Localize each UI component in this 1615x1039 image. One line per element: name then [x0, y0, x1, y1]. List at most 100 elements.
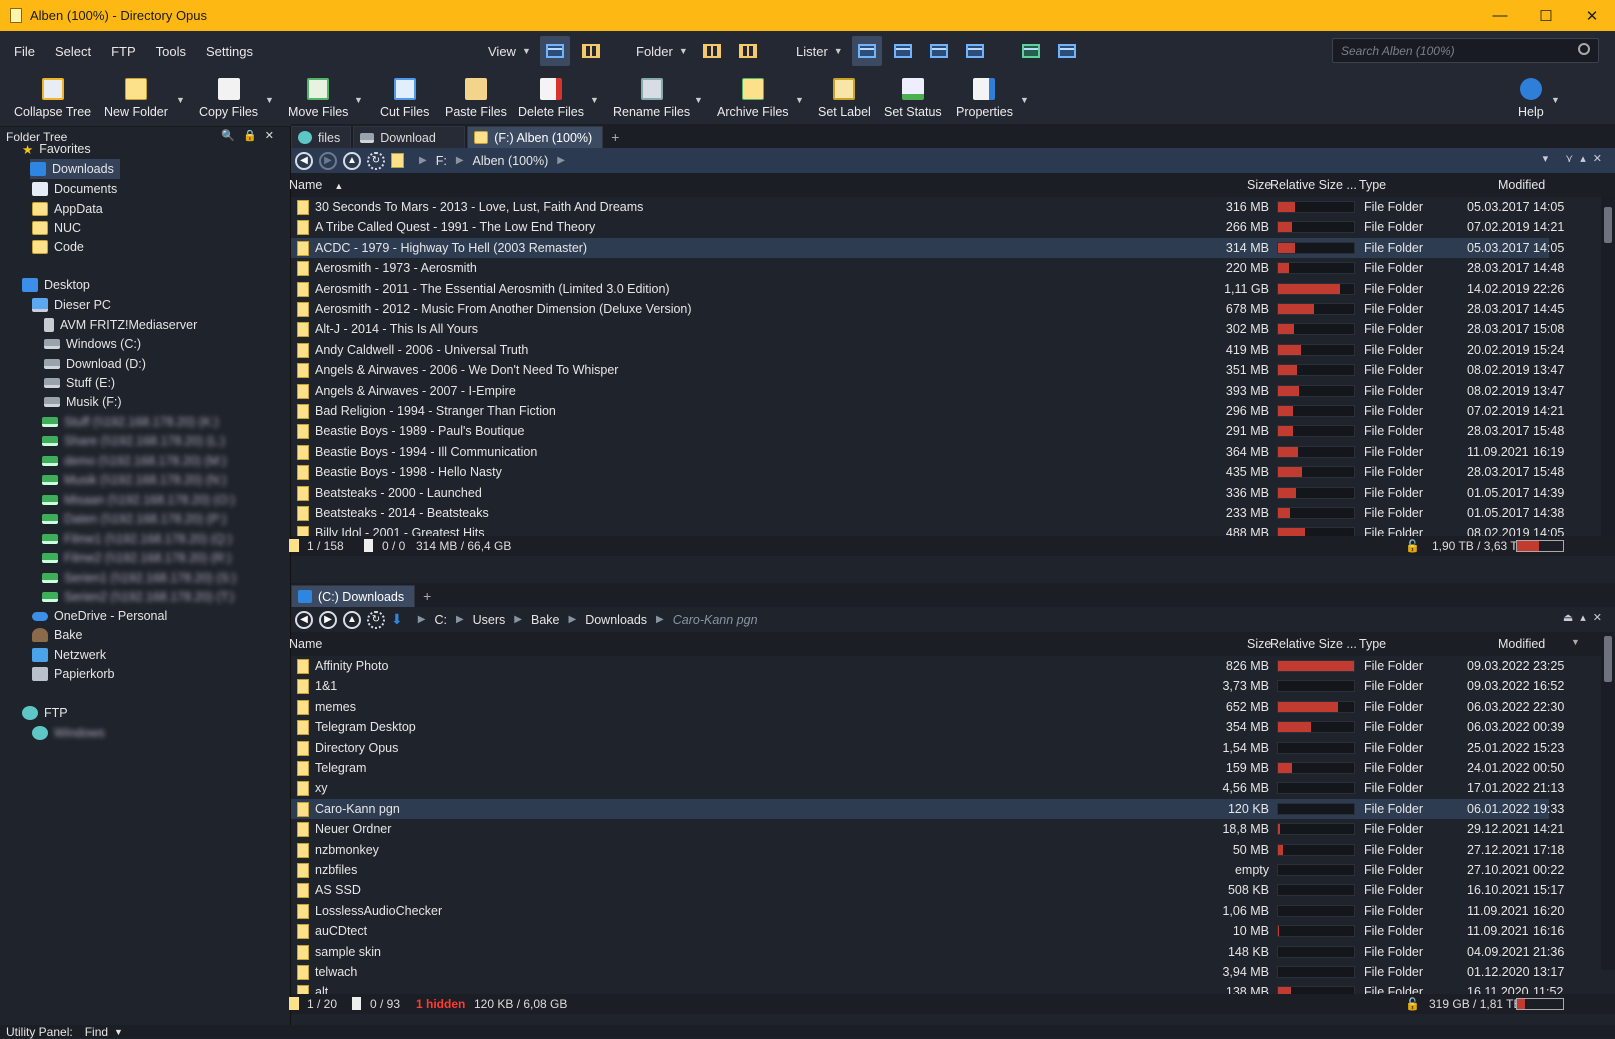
- tree-drive-f[interactable]: Musik (F:): [44, 392, 122, 412]
- move-files-caret-icon[interactable]: ▼: [354, 95, 363, 105]
- crumb-downloads[interactable]: Downloads: [585, 613, 647, 627]
- tree-fav-nuc[interactable]: NUC: [32, 218, 81, 238]
- file-row[interactable]: Beatsteaks - 2000 - Launched 336 MB File F…: [291, 483, 1564, 503]
- dual-vertical-icon[interactable]: [888, 36, 918, 66]
- tree-fav-documents[interactable]: Documents: [32, 179, 117, 199]
- tab-downloads[interactable]: (C:) Downloads: [291, 585, 416, 607]
- tree-net-drive[interactable]: Filme2 (\\192.168.178.20) (R:): [42, 548, 231, 568]
- new-tab-button[interactable]: +: [417, 585, 437, 607]
- parent-button[interactable]: ▲: [343, 610, 361, 629]
- folder-caret-icon[interactable]: ▼: [679, 46, 688, 56]
- col-type[interactable]: Type: [1359, 178, 1386, 192]
- back-button[interactable]: ◀: [295, 610, 313, 629]
- file-row[interactable]: Bad Religion - 1994 - Stranger Than Fict…: [291, 401, 1564, 421]
- file-row[interactable]: Billy Idol - 2001 - Greatest Hits 488 MB F…: [291, 523, 1564, 536]
- delete-files-caret-icon[interactable]: ▼: [590, 95, 599, 105]
- set-label-button[interactable]: Set Label: [818, 71, 871, 127]
- tab-download[interactable]: Download: [353, 126, 466, 148]
- col-size[interactable]: Size: [1247, 637, 1271, 651]
- refresh-button[interactable]: ↻: [367, 151, 385, 170]
- file-row[interactable]: Beastie Boys - 1989 - Paul's Boutique 291…: [291, 421, 1564, 441]
- menu-select[interactable]: Select: [45, 44, 101, 59]
- file-row[interactable]: Angels & Airwaves - 2006 - We Don't Need…: [291, 360, 1564, 380]
- crumb-drive[interactable]: F:: [436, 154, 447, 168]
- tree-ftp[interactable]: FTP: [22, 703, 68, 723]
- file-row[interactable]: nzbmonkey 50 MB File Folder 27.12.2021 17:18: [291, 840, 1564, 860]
- forward-button[interactable]: ▶: [319, 151, 337, 170]
- new-folder-caret-icon[interactable]: ▼: [176, 95, 185, 105]
- bottom-scrollbar[interactable]: [1601, 632, 1615, 970]
- set-status-button[interactable]: Set Status: [884, 71, 942, 127]
- file-row[interactable]: sample skin 148 KB File Folder 04.09.2021 21…: [291, 942, 1564, 962]
- back-button[interactable]: ◀: [295, 151, 313, 170]
- file-row[interactable]: Alt-J - 2014 - This Is All Yours 302 MB Fi…: [291, 319, 1564, 339]
- file-row[interactable]: Affinity Photo 826 MB File Folder 09.03.202…: [291, 656, 1564, 676]
- file-row[interactable]: Telegram 159 MB File Folder 24.01.2022 00:50: [291, 758, 1564, 778]
- help-button[interactable]: Help: [1518, 71, 1544, 127]
- tree-net-drive[interactable]: Misaan (\\192.168.178.20) (O:): [42, 490, 235, 510]
- file-row[interactable]: Neuer Ordner 18,8 MB File Folder 29.12.2021…: [291, 819, 1564, 839]
- file-row[interactable]: Beastie Boys - 1998 - Hello Nasty 435 MB F…: [291, 462, 1564, 482]
- file-row[interactable]: Beastie Boys - 1994 - Ill Communication 3…: [291, 442, 1564, 462]
- col-name[interactable]: Name ▲: [289, 178, 343, 192]
- tree-desktop[interactable]: Desktop: [22, 275, 90, 295]
- menu-tools[interactable]: Tools: [146, 44, 196, 59]
- file-row[interactable]: Telegram Desktop 354 MB File Folder 06.03.2…: [291, 717, 1564, 737]
- tree-net-drive[interactable]: Serien1 (\\192.168.178.20) (S:): [42, 568, 236, 588]
- tree-drive-c[interactable]: Windows (C:): [44, 334, 141, 354]
- move-files-button[interactable]: Move Files: [288, 71, 348, 127]
- tree-drive-d[interactable]: Download (D:): [44, 354, 146, 374]
- file-row[interactable]: memes 652 MB File Folder 06.03.2022 22:30: [291, 697, 1564, 717]
- thumbnails-view-icon[interactable]: [576, 36, 606, 66]
- file-row[interactable]: AS SSD 508 KB File Folder 16.10.2021 15:17: [291, 880, 1564, 900]
- utility-caret-icon[interactable]: ▼: [114, 1027, 123, 1037]
- tree-fav-downloads[interactable]: Downloads: [30, 159, 120, 179]
- folder-compare-icon[interactable]: [733, 36, 763, 66]
- tree-drive-e[interactable]: Stuff (E:): [44, 373, 115, 393]
- tree-net-drive[interactable]: Daten (\\192.168.178.20) (P:): [42, 509, 227, 529]
- status-hidden[interactable]: 1 hidden: [416, 997, 465, 1011]
- file-row[interactable]: A Tribe Called Quest - 1991 - The Low En…: [291, 217, 1564, 237]
- tree-net-drive[interactable]: Musik (\\192.168.178.20) (N:): [42, 470, 227, 490]
- menu-ftp[interactable]: FTP: [101, 44, 146, 59]
- crumb-users[interactable]: Users: [473, 613, 506, 627]
- folder-menu[interactable]: Folder: [630, 44, 679, 59]
- new-folder-button[interactable]: New Folder: [104, 71, 168, 127]
- lister-menu[interactable]: Lister: [790, 44, 834, 59]
- col-size[interactable]: Size: [1247, 178, 1271, 192]
- minimize-button[interactable]: —: [1477, 0, 1523, 31]
- path-controls-icons[interactable]: ⏏▴✕: [1563, 611, 1609, 624]
- file-row[interactable]: Caro-Kann pgn 120 KB File Folder 06.01.2022…: [291, 798, 1564, 819]
- col-relsize[interactable]: Relative Size ...: [1270, 637, 1357, 651]
- search-field[interactable]: Search Alben (100%): [1332, 38, 1599, 63]
- view-caret-icon[interactable]: ▼: [522, 46, 531, 56]
- lister-settings-icon[interactable]: [1052, 36, 1082, 66]
- col-modified[interactable]: Modified: [1498, 637, 1545, 651]
- refresh-lister-icon[interactable]: [1016, 36, 1046, 66]
- help-caret-icon[interactable]: ▼: [1551, 95, 1560, 105]
- parent-button[interactable]: ▲: [343, 151, 361, 170]
- col-modified[interactable]: Modified: [1498, 178, 1545, 192]
- tree-favorites[interactable]: ★ Favorites: [22, 139, 91, 159]
- bottom-scroll-thumb[interactable]: [1604, 636, 1612, 682]
- col-type[interactable]: Type: [1359, 637, 1386, 651]
- dual-horizontal-icon[interactable]: [851, 36, 882, 66]
- metadata-pane-icon[interactable]: [960, 36, 990, 66]
- file-row[interactable]: LosslessAudioChecker 1,06 MB File Folder 11…: [291, 901, 1564, 921]
- col-relsize[interactable]: Relative Size ...: [1270, 178, 1357, 192]
- file-row[interactable]: Aerosmith - 1973 - Aerosmith 220 MB File F…: [291, 258, 1564, 278]
- file-row[interactable]: 30 Seconds To Mars - 2013 - Love, Lust, …: [291, 197, 1564, 217]
- tree-fav-code[interactable]: Code: [32, 237, 84, 257]
- properties-button[interactable]: Properties: [956, 71, 1013, 127]
- tree-header-buttons[interactable]: 🔍🔒✕: [221, 129, 282, 142]
- copy-files-button[interactable]: Copy Files: [199, 71, 258, 127]
- cut-files-button[interactable]: Cut Files: [380, 71, 429, 127]
- top-scrollbar[interactable]: [1601, 197, 1615, 536]
- sort-desc-icon[interactable]: ▼: [1571, 637, 1580, 647]
- file-row[interactable]: auCDtect 10 MB File Folder 11.09.2021 16:16: [291, 921, 1564, 941]
- tree-net-drive[interactable]: demo (\\192.168.178.20) (M:): [42, 451, 227, 471]
- file-row[interactable]: 1&1 3,73 MB File Folder 09.03.2022 16:52: [291, 676, 1564, 696]
- collapse-tree-button[interactable]: Collapse Tree: [14, 71, 91, 127]
- menu-settings[interactable]: Settings: [196, 44, 263, 59]
- tree-this-pc[interactable]: Dieser PC: [32, 295, 111, 315]
